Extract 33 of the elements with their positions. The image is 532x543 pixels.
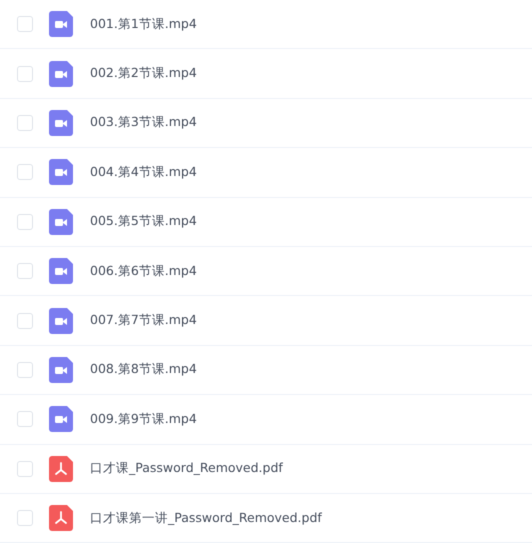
file-name[interactable]: 口才课_Password_Removed.pdf [90,460,283,478]
video-file-icon [49,60,73,87]
video-file-icon [49,110,73,136]
checkbox[interactable] [17,312,33,329]
checkbox[interactable] [17,16,33,32]
pdf-file-icon [49,456,73,482]
video-file-icon [49,308,73,334]
checkbox[interactable] [17,263,33,280]
file-name[interactable]: 004.第4节课.mp4 [90,164,197,181]
video-file-icon [49,406,73,432]
video-file-icon [49,159,73,186]
checkbox[interactable] [17,164,33,180]
pdf-file-icon [49,505,73,532]
file-name[interactable]: 002.第2节课.mp4 [90,65,197,82]
checkbox[interactable] [17,411,33,428]
video-file-icon [49,356,73,383]
checkbox[interactable] [17,460,33,477]
checkbox[interactable] [17,114,33,131]
file-name[interactable]: 001.第1节课.mp4 [90,16,197,33]
file-name[interactable]: 009.第9节课.mp4 [90,410,197,428]
checkbox[interactable] [17,510,33,526]
file-name[interactable]: 006.第6节课.mp4 [90,262,197,280]
file-name[interactable]: 003.第3节课.mp4 [90,114,197,132]
video-file-icon [49,208,73,235]
checkbox[interactable] [17,214,33,230]
checkbox[interactable] [17,66,33,82]
file-name[interactable]: 007.第7节课.mp4 [90,312,197,330]
video-file-icon [49,258,73,284]
file-name[interactable]: 口才课第一讲_Password_Removed.pdf [90,510,322,527]
video-file-icon [49,11,73,38]
checkbox[interactable] [17,362,33,378]
file-name[interactable]: 005.第5节课.mp4 [90,213,197,230]
file-name[interactable]: 008.第8节课.mp4 [90,361,197,378]
